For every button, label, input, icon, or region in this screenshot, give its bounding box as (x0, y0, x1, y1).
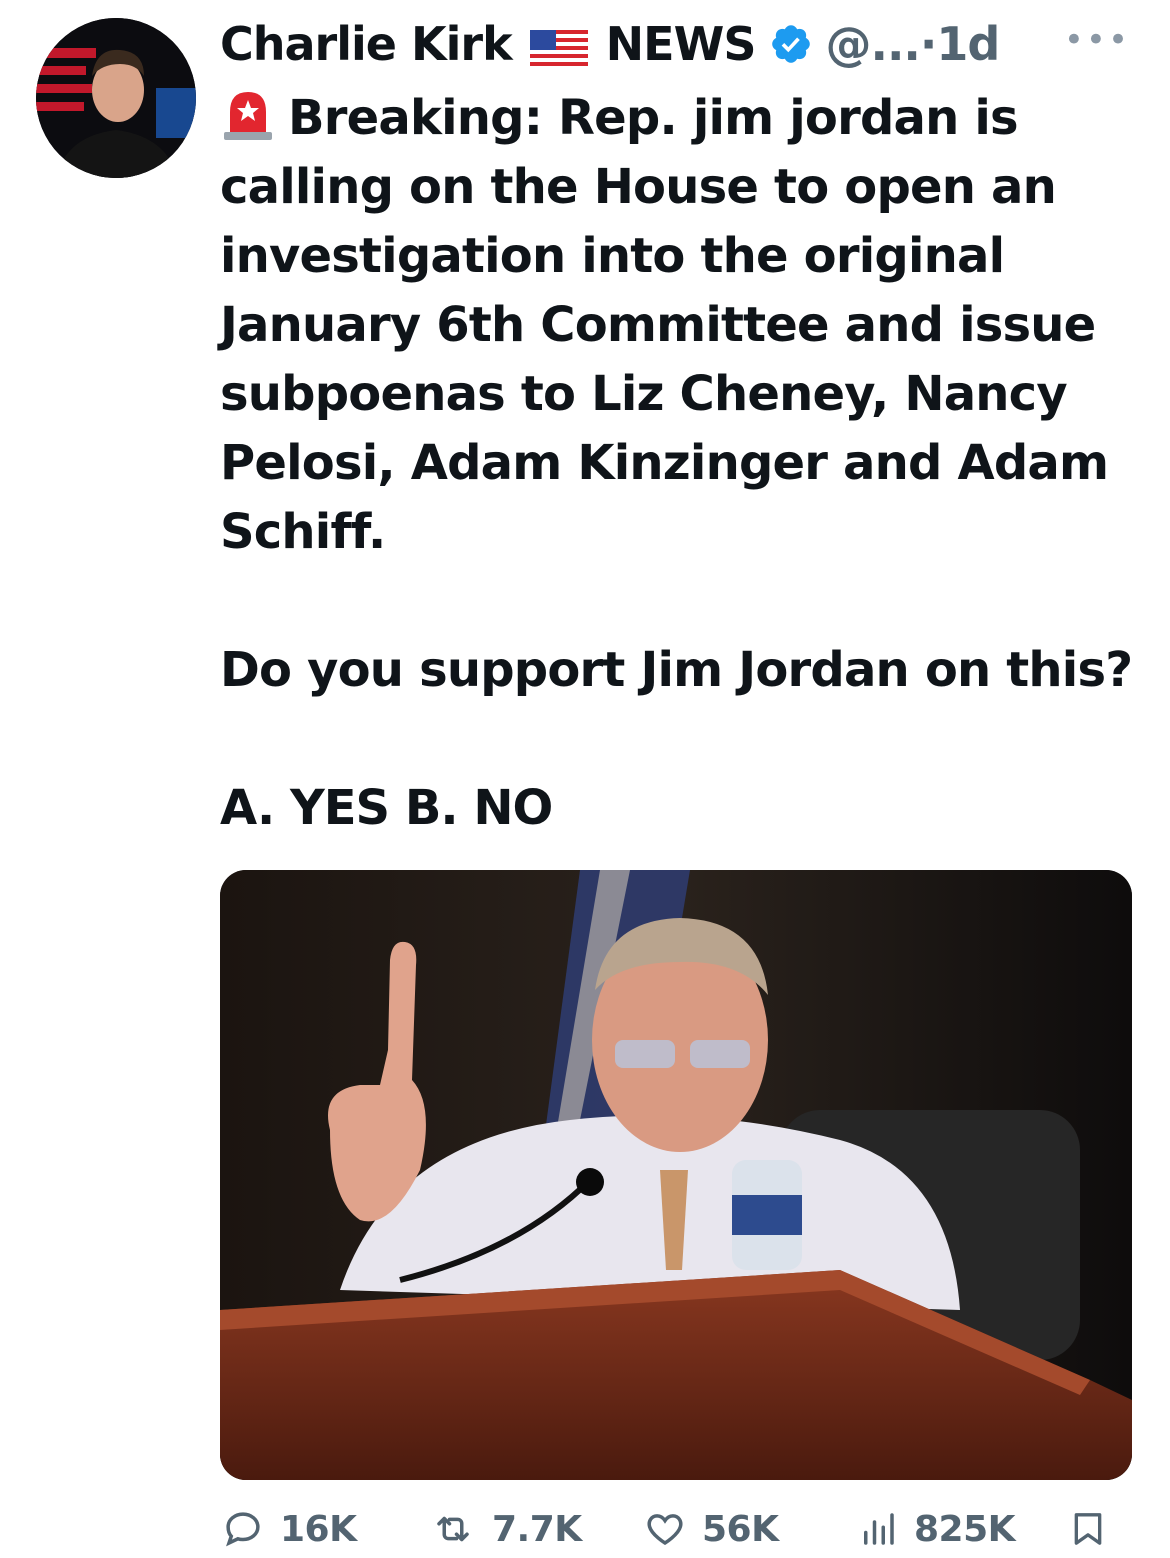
meta-separator: · (919, 17, 938, 71)
tweet-header: Charlie Kirk NEWS @... · 1d ••• (220, 12, 1160, 76)
tweet-body: Breaking: Rep. jim jordan is calling on … (220, 84, 1140, 567)
police-siren-icon (220, 86, 276, 142)
analytics-icon (864, 1513, 894, 1545)
us-flag-icon (529, 25, 588, 68)
retweet-button[interactable]: 7.7K (428, 1508, 582, 1550)
reply-icon (226, 1512, 260, 1547)
heart-icon (647, 1514, 683, 1546)
tweet-options: A. YES B. NO (220, 780, 553, 836)
tweet-photo[interactable] (220, 870, 1132, 1480)
author-name[interactable]: Charlie Kirk (220, 17, 513, 71)
more-options-icon[interactable]: ••• (1064, 20, 1130, 60)
author-badge: NEWS (605, 17, 757, 71)
like-button[interactable]: 56K (642, 1508, 779, 1550)
tweet-timestamp[interactable]: 1d (936, 17, 1000, 71)
views-count: 825K (914, 1508, 1016, 1550)
reply-count: 16K (280, 1508, 357, 1550)
verified-badge-icon (769, 22, 813, 66)
like-count: 56K (702, 1508, 779, 1550)
bookmark-button[interactable] (1068, 1508, 1122, 1550)
retweet-icon (437, 1516, 469, 1542)
bookmark-icon (1074, 1513, 1102, 1545)
tweet-text: Breaking: Rep. jim jordan is calling on … (220, 90, 1109, 560)
avatar-image (36, 18, 196, 178)
author-handle[interactable]: @... (825, 17, 920, 71)
retweet-count: 7.7K (492, 1508, 582, 1550)
reply-button[interactable]: 16K (220, 1508, 357, 1550)
views-button[interactable]: 825K (856, 1508, 1016, 1550)
author-avatar[interactable] (36, 18, 196, 178)
tweet-question: Do you support Jim Jordan on this? (220, 642, 1133, 698)
photo-illustration (220, 870, 1132, 1480)
